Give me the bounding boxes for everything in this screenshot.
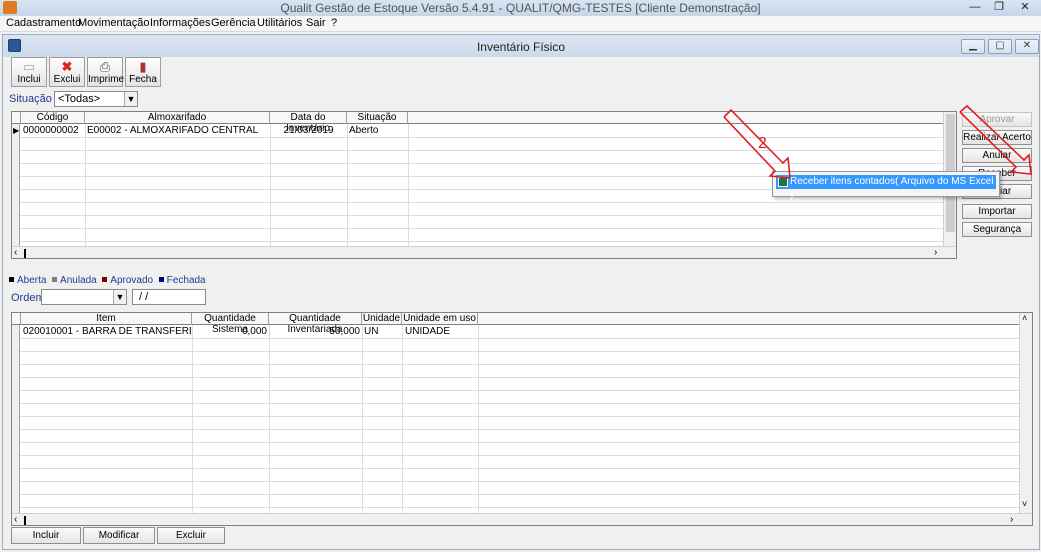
- annotation-step-number: 2: [758, 135, 767, 152]
- annotation-arrows: 2: [723, 104, 1032, 179]
